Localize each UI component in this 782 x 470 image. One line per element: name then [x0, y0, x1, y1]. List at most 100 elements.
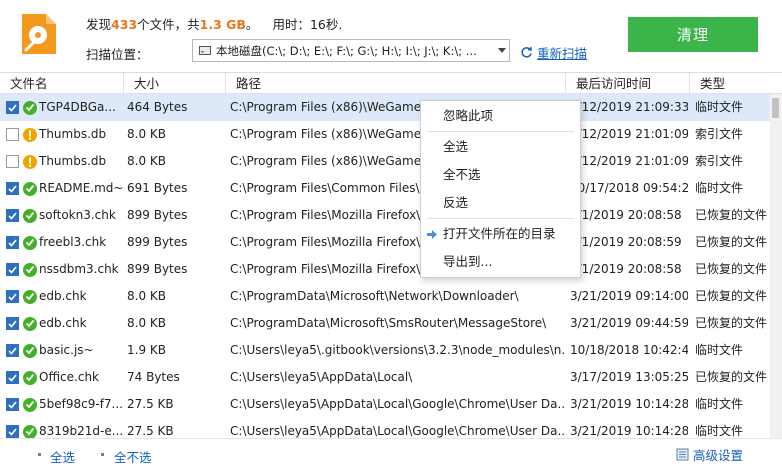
table-row[interactable]: 5bef98c9-f7... 27.5 KB C:\Users\leya5\AppD…	[0, 391, 770, 418]
app-window: 发现433个文件，共1.3 GB。 用时：16秒. 扫描位置： 本地磁盘(C:\;…	[0, 0, 782, 470]
file-name: 8319b21d-e...	[39, 424, 124, 438]
table-row[interactable]: edb.chk 8.0 KB C:\ProgramData\Microsoft\Ne…	[0, 283, 770, 310]
file-name: nssdbm3.chk	[39, 262, 119, 276]
time-value: 16秒.	[309, 17, 343, 32]
table-row[interactable]: 8319b21d-e... 27.5 KB C:\Users\leya5\AppDa…	[0, 418, 770, 438]
row-checkbox[interactable]	[6, 155, 19, 168]
row-checkbox[interactable]	[6, 209, 19, 222]
file-type: 索引文件	[695, 154, 744, 168]
vertical-scrollbar[interactable]	[770, 94, 782, 438]
file-name-cell: 8319b21d-e...	[6, 418, 124, 438]
file-name-cell: basic.js~	[6, 337, 124, 364]
last-access-time: 3/1/2019 20:08:58	[570, 262, 682, 276]
header: 发现433个文件，共1.3 GB。 用时：16秒. 扫描位置： 本地磁盘(C:\;…	[0, 0, 782, 72]
time-label: 用时：	[272, 17, 310, 32]
file-size: 27.5 KB	[127, 397, 174, 411]
file-name-cell: Thumbs.db	[6, 148, 124, 175]
last-access-time: 3/21/2019 10:14:28	[570, 424, 688, 438]
row-checkbox[interactable]	[6, 317, 19, 330]
file-name-cell: softokn3.chk	[6, 202, 124, 229]
check-circle-icon	[23, 343, 37, 358]
file-path: C:\Users\leya5\AppData\Local\Google\Chro…	[230, 397, 566, 411]
column-header-name[interactable]: 文件名	[0, 73, 124, 94]
column-header-size[interactable]: 大小	[124, 73, 226, 94]
column-header-type[interactable]: 类型	[690, 73, 782, 94]
check-circle-icon	[23, 181, 37, 196]
last-access-time: 3/1/2019 20:08:58	[570, 208, 682, 222]
row-checkbox[interactable]	[6, 344, 19, 357]
file-count: 433	[111, 17, 138, 32]
table-row[interactable]: TGP4DBGa... 464 Bytes C:\Program Files (x8…	[0, 94, 770, 121]
check-circle-icon	[23, 235, 37, 250]
file-type: 已恢复的文件	[695, 235, 768, 249]
column-header-path[interactable]: 路径	[226, 73, 566, 94]
bullet-icon	[101, 453, 104, 456]
row-checkbox[interactable]	[6, 425, 19, 438]
check-circle-icon	[23, 208, 37, 223]
menu-item-export[interactable]: 导出到...	[421, 250, 580, 274]
table-row[interactable]: Thumbs.db 8.0 KB C:\Program Files (x86)\We…	[0, 148, 770, 175]
row-checkbox[interactable]	[6, 263, 19, 276]
menu-item-select-all[interactable]: 全选	[421, 135, 580, 159]
file-type: 已恢复的文件	[695, 262, 768, 276]
menu-item-open-folder[interactable]: 打开文件所在的目录	[421, 222, 580, 246]
file-name: edb.chk	[39, 289, 87, 303]
menu-item-invert[interactable]: 反选	[421, 191, 580, 215]
table-row[interactable]: freebl3.chk 899 Bytes C:\Program Files\Moz…	[0, 229, 770, 256]
table-row[interactable]: softokn3.chk 899 Bytes C:\Program Files\Mo…	[0, 202, 770, 229]
row-checkbox[interactable]	[6, 236, 19, 249]
file-name-cell: Office.chk	[6, 364, 124, 391]
file-size: 8.0 KB	[127, 127, 166, 141]
table-row[interactable]: Thumbs.db 8.0 KB C:\Program Files (x86)\We…	[0, 121, 770, 148]
row-checkbox[interactable]	[6, 398, 19, 411]
settings-icon	[676, 448, 689, 461]
total-size: 1.3 GB	[199, 17, 246, 32]
select-all-link[interactable]: 全选	[50, 447, 75, 466]
file-type: 临时文件	[695, 397, 744, 411]
scan-location-label: 扫描位置：	[86, 47, 149, 62]
table-row[interactable]: nssdbm3.chk 899 Bytes C:\Program Files\Moz…	[0, 256, 770, 283]
file-type: 已恢复的文件	[695, 316, 768, 330]
table-row[interactable]: edb.chk 8.0 KB C:\ProgramData\Microsoft\Sm…	[0, 310, 770, 337]
file-type: 已恢复的文件	[695, 208, 768, 222]
file-name: 5bef98c9-f7...	[39, 397, 123, 411]
rescan-label: 重新扫描	[537, 46, 588, 61]
file-type: 临时文件	[695, 343, 744, 357]
last-access-time: 3/21/2019 10:14:28	[570, 397, 688, 411]
column-header-date[interactable]: 最后访问时间	[566, 73, 690, 94]
chevron-down-icon[interactable]	[495, 40, 509, 61]
file-size: 464 Bytes	[127, 100, 188, 114]
last-access-time: 3/21/2019 09:14:00	[570, 289, 688, 303]
menu-item-ignore[interactable]: 忽略此项	[421, 104, 580, 128]
context-menu: 忽略此项 全选 全不选 反选 打开文件所在的目录 导出到...	[420, 100, 581, 278]
file-type: 已恢复的文件	[695, 370, 768, 384]
row-checkbox[interactable]	[6, 128, 19, 141]
file-size: 691 Bytes	[127, 181, 188, 195]
file-name: Thumbs.db	[39, 154, 107, 168]
menu-separator	[427, 131, 574, 132]
last-access-time: 3/12/2019 21:01:09	[570, 127, 688, 141]
menu-item-select-none[interactable]: 全不选	[421, 163, 580, 187]
table-row[interactable]: Office.chk 74 Bytes C:\Users\leya5\AppData…	[0, 364, 770, 391]
rescan-link[interactable]: 重新扫描	[520, 43, 587, 62]
table-row[interactable]: README.md~ 691 Bytes C:\Program Files\Comm…	[0, 175, 770, 202]
row-checkbox[interactable]	[6, 182, 19, 195]
last-access-time: 3/1/2019 20:08:59	[570, 235, 682, 249]
row-checkbox[interactable]	[6, 371, 19, 384]
file-name-cell: nssdbm3.chk	[6, 256, 124, 283]
file-table: 文件名 大小 路径 最后访问时间 类型 TGP4DBGa... 464 Bytes…	[0, 72, 782, 438]
advanced-settings-link[interactable]: 高级设置	[676, 445, 743, 464]
file-size: 27.5 KB	[127, 424, 174, 438]
scan-summary: 发现433个文件，共1.3 GB。 用时：16秒.	[86, 17, 343, 32]
file-name: README.md~	[39, 181, 124, 195]
scrollbar-thumb[interactable]	[772, 98, 779, 118]
bullet-icon	[38, 453, 41, 456]
row-checkbox[interactable]	[6, 290, 19, 303]
table-row[interactable]: basic.js~ 1.9 KB C:\Users\leya5\.gitbook\v…	[0, 337, 770, 364]
file-type: 临时文件	[695, 100, 744, 114]
row-checkbox[interactable]	[6, 101, 19, 114]
clean-button[interactable]: 清理	[628, 17, 758, 52]
scan-location-select[interactable]: 本地磁盘(C:\; D:\; E:\; F:\; G:\; H:\; I:\; …	[192, 39, 510, 62]
file-name: basic.js~	[39, 343, 94, 357]
select-none-link[interactable]: 全不选	[114, 447, 152, 466]
